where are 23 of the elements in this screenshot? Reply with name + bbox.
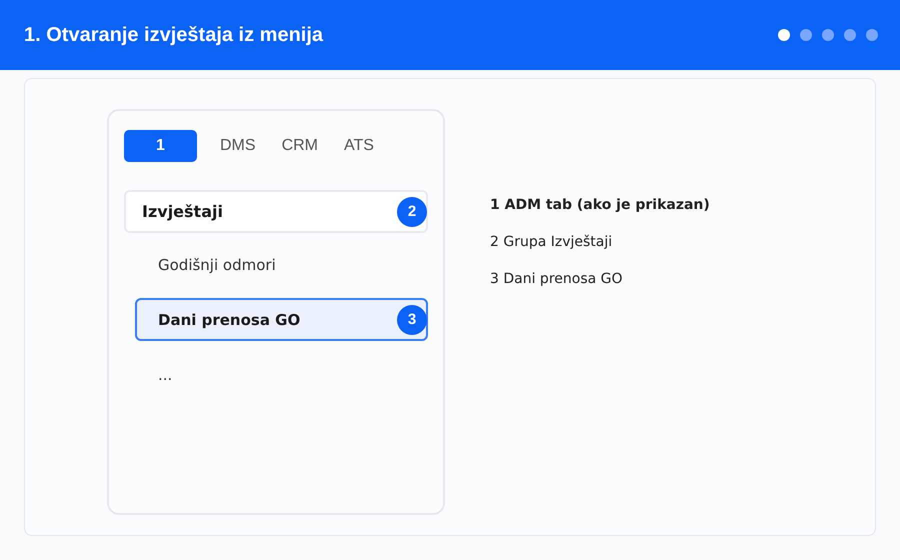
legend-text: 2 Grupa Izvještaji: [490, 234, 614, 250]
legend-text: 1 ADM tab (ako je prikazan): [490, 197, 710, 213]
page-title: 1. Otvaranje izvještaja iz menija: [24, 24, 324, 46]
step-badge: 3: [397, 304, 427, 334]
legend-text: 3 Dani prenosa GO: [490, 271, 624, 287]
menu-tab[interactable]: DMS: [209, 130, 267, 162]
item-label: ...: [158, 366, 172, 384]
item-label: Dani prenosa GO: [158, 310, 300, 328]
menu-tab[interactable]: ATS: [333, 130, 385, 162]
menu-group[interactable]: Izvještaji 2: [124, 190, 428, 233]
step-dot[interactable]: [778, 29, 790, 41]
step-dot[interactable]: [800, 29, 812, 41]
step-dot[interactable]: [866, 29, 878, 41]
step-dot[interactable]: [822, 29, 834, 41]
menu-item[interactable]: Godišnji odmori: [135, 243, 428, 286]
menu-tab[interactable]: CRM: [270, 130, 329, 162]
step-dot[interactable]: [844, 29, 856, 41]
menu-item[interactable]: Dani prenosa GO 3: [135, 298, 428, 341]
menu-tab[interactable]: 1: [124, 130, 197, 162]
menu-item[interactable]: ...: [135, 353, 428, 396]
item-label: Godišnji odmori: [158, 256, 276, 274]
group-label: Izvještaji: [142, 202, 223, 221]
step-badge: 2: [397, 196, 427, 226]
